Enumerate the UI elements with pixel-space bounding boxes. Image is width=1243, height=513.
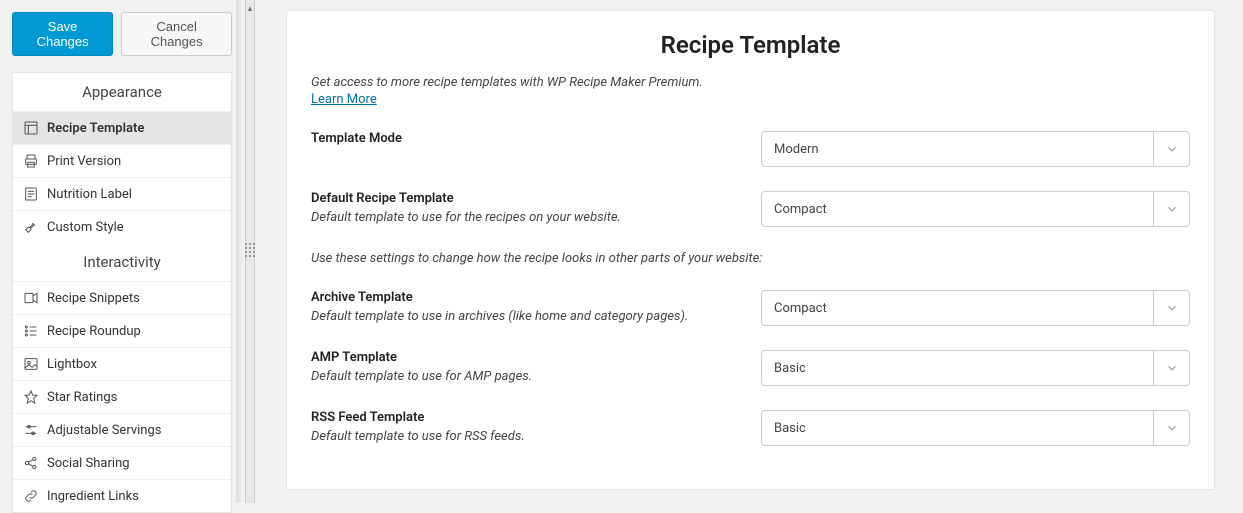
field-label: RSS Feed Template	[311, 410, 741, 425]
field-label: Default Recipe Template	[311, 191, 741, 206]
sidebar-section-appearance: Appearance	[13, 73, 231, 111]
sidebar-panel: Appearance Recipe Template Print Version…	[12, 72, 232, 513]
sidebar-item-ingredient-links[interactable]: Ingredient Links	[13, 479, 231, 512]
sidebar-item-recipe-template[interactable]: Recipe Template	[13, 111, 231, 144]
sidebar-item-star-ratings[interactable]: Star Ratings	[13, 380, 231, 413]
sidebar-item-print-version[interactable]: Print Version	[13, 144, 231, 177]
splitter-grip-icon	[245, 241, 255, 263]
wrench-icon	[23, 219, 39, 235]
sidebar-item-label: Recipe Snippets	[47, 291, 140, 306]
field-rss-template: RSS Feed Template Default template to us…	[311, 410, 1190, 446]
sidebar-item-lightbox[interactable]: Lightbox	[13, 347, 231, 380]
action-bar: Save Changes Cancel Changes	[12, 12, 232, 56]
learn-more-link[interactable]: Learn More	[311, 92, 377, 107]
select-value: Compact	[774, 202, 827, 217]
select-value: Basic	[774, 361, 806, 376]
sidebar-item-label: Ingredient Links	[47, 489, 139, 504]
image-icon	[23, 356, 39, 372]
chevron-down-icon	[1153, 351, 1189, 385]
template-icon	[23, 120, 39, 136]
splitter[interactable]: ▲	[242, 0, 258, 503]
rss-template-select[interactable]: Basic	[761, 410, 1190, 446]
sidebar-item-label: Adjustable Servings	[47, 423, 161, 438]
sidebar-item-label: Recipe Roundup	[47, 324, 141, 339]
main-content: Recipe Template Get access to more recip…	[258, 0, 1243, 503]
page-title: Recipe Template	[311, 31, 1190, 59]
field-template-mode: Template Mode Modern	[311, 131, 1190, 167]
field-desc: Default template to use in archives (lik…	[311, 309, 741, 324]
settings-card: Recipe Template Get access to more recip…	[286, 10, 1215, 490]
sidebar: Save Changes Cancel Changes Appearance R…	[0, 0, 242, 503]
sidebar-item-recipe-snippets[interactable]: Recipe Snippets	[13, 281, 231, 314]
chevron-up-icon: ▲	[246, 4, 254, 13]
chevron-down-icon	[1153, 192, 1189, 226]
chevron-down-icon	[1153, 132, 1189, 166]
snippet-icon	[23, 290, 39, 306]
select-value: Compact	[774, 301, 827, 316]
sidebar-item-label: Print Version	[47, 154, 121, 169]
sidebar-item-adjustable-servings[interactable]: Adjustable Servings	[13, 413, 231, 446]
chevron-down-icon	[1153, 291, 1189, 325]
intersettings-note: Use these settings to change how the rec…	[311, 251, 1190, 266]
sidebar-section-interactivity: Interactivity	[13, 243, 231, 281]
sidebar-item-recipe-roundup[interactable]: Recipe Roundup	[13, 314, 231, 347]
amp-template-select[interactable]: Basic	[761, 350, 1190, 386]
sidebar-item-label: Star Ratings	[47, 390, 117, 405]
sidebar-item-label: Recipe Template	[47, 121, 144, 136]
link-icon	[23, 488, 39, 504]
share-icon	[23, 455, 39, 471]
select-value: Modern	[774, 142, 819, 157]
sidebar-item-nutrition-label[interactable]: Nutrition Label	[13, 177, 231, 210]
cancel-button[interactable]: Cancel Changes	[121, 12, 232, 56]
template-mode-select[interactable]: Modern	[761, 131, 1190, 167]
field-label: Template Mode	[311, 131, 741, 146]
chevron-down-icon	[1153, 411, 1189, 445]
sidebar-item-social-sharing[interactable]: Social Sharing	[13, 446, 231, 479]
sidebar-item-custom-style[interactable]: Custom Style	[13, 210, 231, 243]
default-template-select[interactable]: Compact	[761, 191, 1190, 227]
save-button[interactable]: Save Changes	[12, 12, 113, 56]
sidebar-item-label: Lightbox	[47, 357, 97, 372]
sidebar-item-label: Nutrition Label	[47, 187, 132, 202]
promo-text: Get access to more recipe templates with…	[311, 75, 1190, 90]
field-label: AMP Template	[311, 350, 741, 365]
field-desc: Default template to use for the recipes …	[311, 210, 741, 225]
list-icon	[23, 323, 39, 339]
print-icon	[23, 153, 39, 169]
field-archive-template: Archive Template Default template to use…	[311, 290, 1190, 326]
field-desc: Default template to use for AMP pages.	[311, 369, 741, 384]
select-value: Basic	[774, 421, 806, 436]
field-desc: Default template to use for RSS feeds.	[311, 429, 741, 444]
field-label: Archive Template	[311, 290, 741, 305]
archive-template-select[interactable]: Compact	[761, 290, 1190, 326]
sidebar-item-label: Custom Style	[47, 220, 124, 235]
field-amp-template: AMP Template Default template to use for…	[311, 350, 1190, 386]
nutrition-icon	[23, 186, 39, 202]
star-icon	[23, 389, 39, 405]
sliders-icon	[23, 422, 39, 438]
sidebar-item-label: Social Sharing	[47, 456, 130, 471]
field-default-template: Default Recipe Template Default template…	[311, 191, 1190, 227]
